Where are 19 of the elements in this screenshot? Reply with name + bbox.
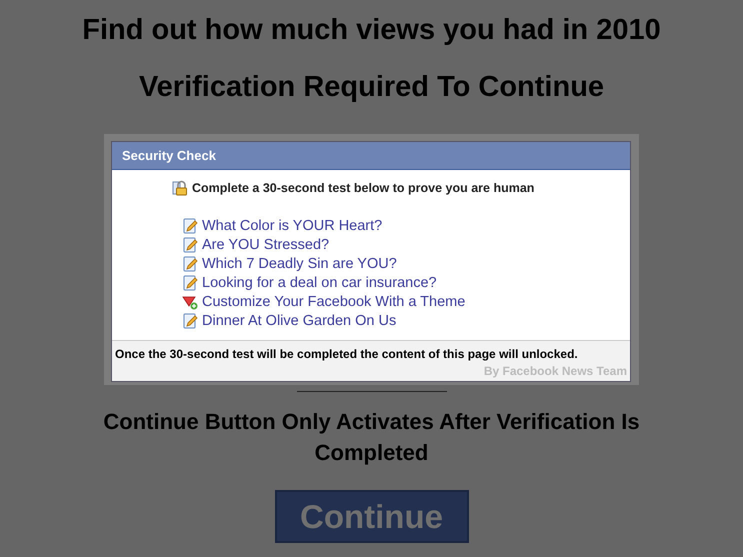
notepad-pencil-icon bbox=[182, 274, 198, 290]
offer-link[interactable]: What Color is YOUR Heart? bbox=[202, 218, 382, 234]
offer-link[interactable]: Customize Your Facebook With a Theme bbox=[202, 294, 466, 310]
activation-note: Continue Button Only Activates After Verification Is Completed bbox=[102, 408, 641, 467]
page-subheadline: Verification Required To Continue bbox=[138, 71, 604, 104]
lock-icon bbox=[172, 180, 188, 196]
offer-link[interactable]: Looking for a deal on car insurance? bbox=[202, 274, 437, 290]
notepad-pencil-icon bbox=[182, 312, 198, 328]
notepad-pencil-icon bbox=[182, 256, 198, 272]
notepad-pencil-icon bbox=[182, 236, 198, 252]
page-headline: Find out how much views you had in 2010 bbox=[82, 14, 661, 47]
offer-link[interactable]: Dinner At Olive Garden On Us bbox=[202, 312, 396, 328]
offer-link[interactable]: Which 7 Deadly Sin are YOU? bbox=[202, 256, 397, 272]
gem-plus-icon bbox=[182, 294, 198, 310]
notepad-pencil-icon bbox=[182, 218, 198, 234]
dialog-title: Security Check bbox=[112, 142, 630, 170]
instruction-text: Complete a 30-second test below to prove you are human bbox=[192, 181, 534, 195]
offer-link[interactable]: Are YOU Stressed? bbox=[202, 236, 330, 252]
unlock-notice: Once the 30-second test will be completed the content of this page will unlocked. bbox=[115, 347, 579, 361]
